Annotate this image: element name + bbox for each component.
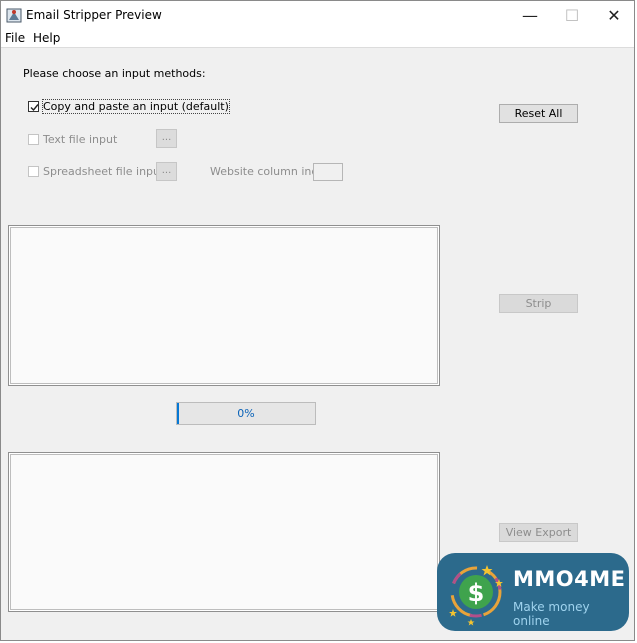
maximize-icon: ☐ [564,5,580,25]
dollar-stars-icon: $ [449,565,503,626]
watermark-subtitle: Make money online [513,600,590,628]
svg-text:$: $ [468,579,485,607]
java-app-icon [6,7,22,23]
spreadsheet-checkbox[interactable] [28,166,39,177]
input-textarea[interactable] [8,225,440,386]
minimize-button[interactable]: — [509,1,551,29]
text-file-checkbox[interactable] [28,134,39,145]
website-column-index-input[interactable] [313,163,343,181]
menu-file[interactable]: File [5,31,25,45]
checkmark-icon [30,104,39,112]
menu-help[interactable]: Help [33,31,60,45]
reset-all-button[interactable]: Reset All [499,104,578,123]
text-file-browse-button[interactable]: ... [156,129,177,148]
spreadsheet-label: Spreadsheet file input [43,165,165,178]
text-file-label: Text file input [43,133,118,146]
view-export-button[interactable]: View Export [499,523,578,542]
progress-label: 0% [237,407,255,420]
close-button[interactable]: ✕ [593,1,635,29]
title-bar[interactable]: Email Stripper Preview — ☐ ✕ [1,1,634,29]
minimize-icon: — [522,5,538,25]
watermark-title: MMO4ME [513,567,626,591]
output-textarea[interactable] [8,452,440,612]
window-title: Email Stripper Preview [26,8,162,22]
close-icon: ✕ [607,5,621,25]
input-method-prompt: Please choose an input methods: [23,67,206,80]
copy-paste-checkbox[interactable] [28,101,39,112]
menu-bar: File Help [1,29,634,48]
copy-paste-label[interactable]: Copy and paste an input (default) [42,99,230,114]
spreadsheet-browse-button[interactable]: ... [156,162,177,181]
watermark-logo: $ MMO4ME Make money online [437,553,629,631]
maximize-button[interactable]: ☐ [551,1,593,29]
app-window: Email Stripper Preview — ☐ ✕ File Help P… [0,0,635,641]
strip-button[interactable]: Strip [499,294,578,313]
progress-bar: 0% [176,402,316,425]
